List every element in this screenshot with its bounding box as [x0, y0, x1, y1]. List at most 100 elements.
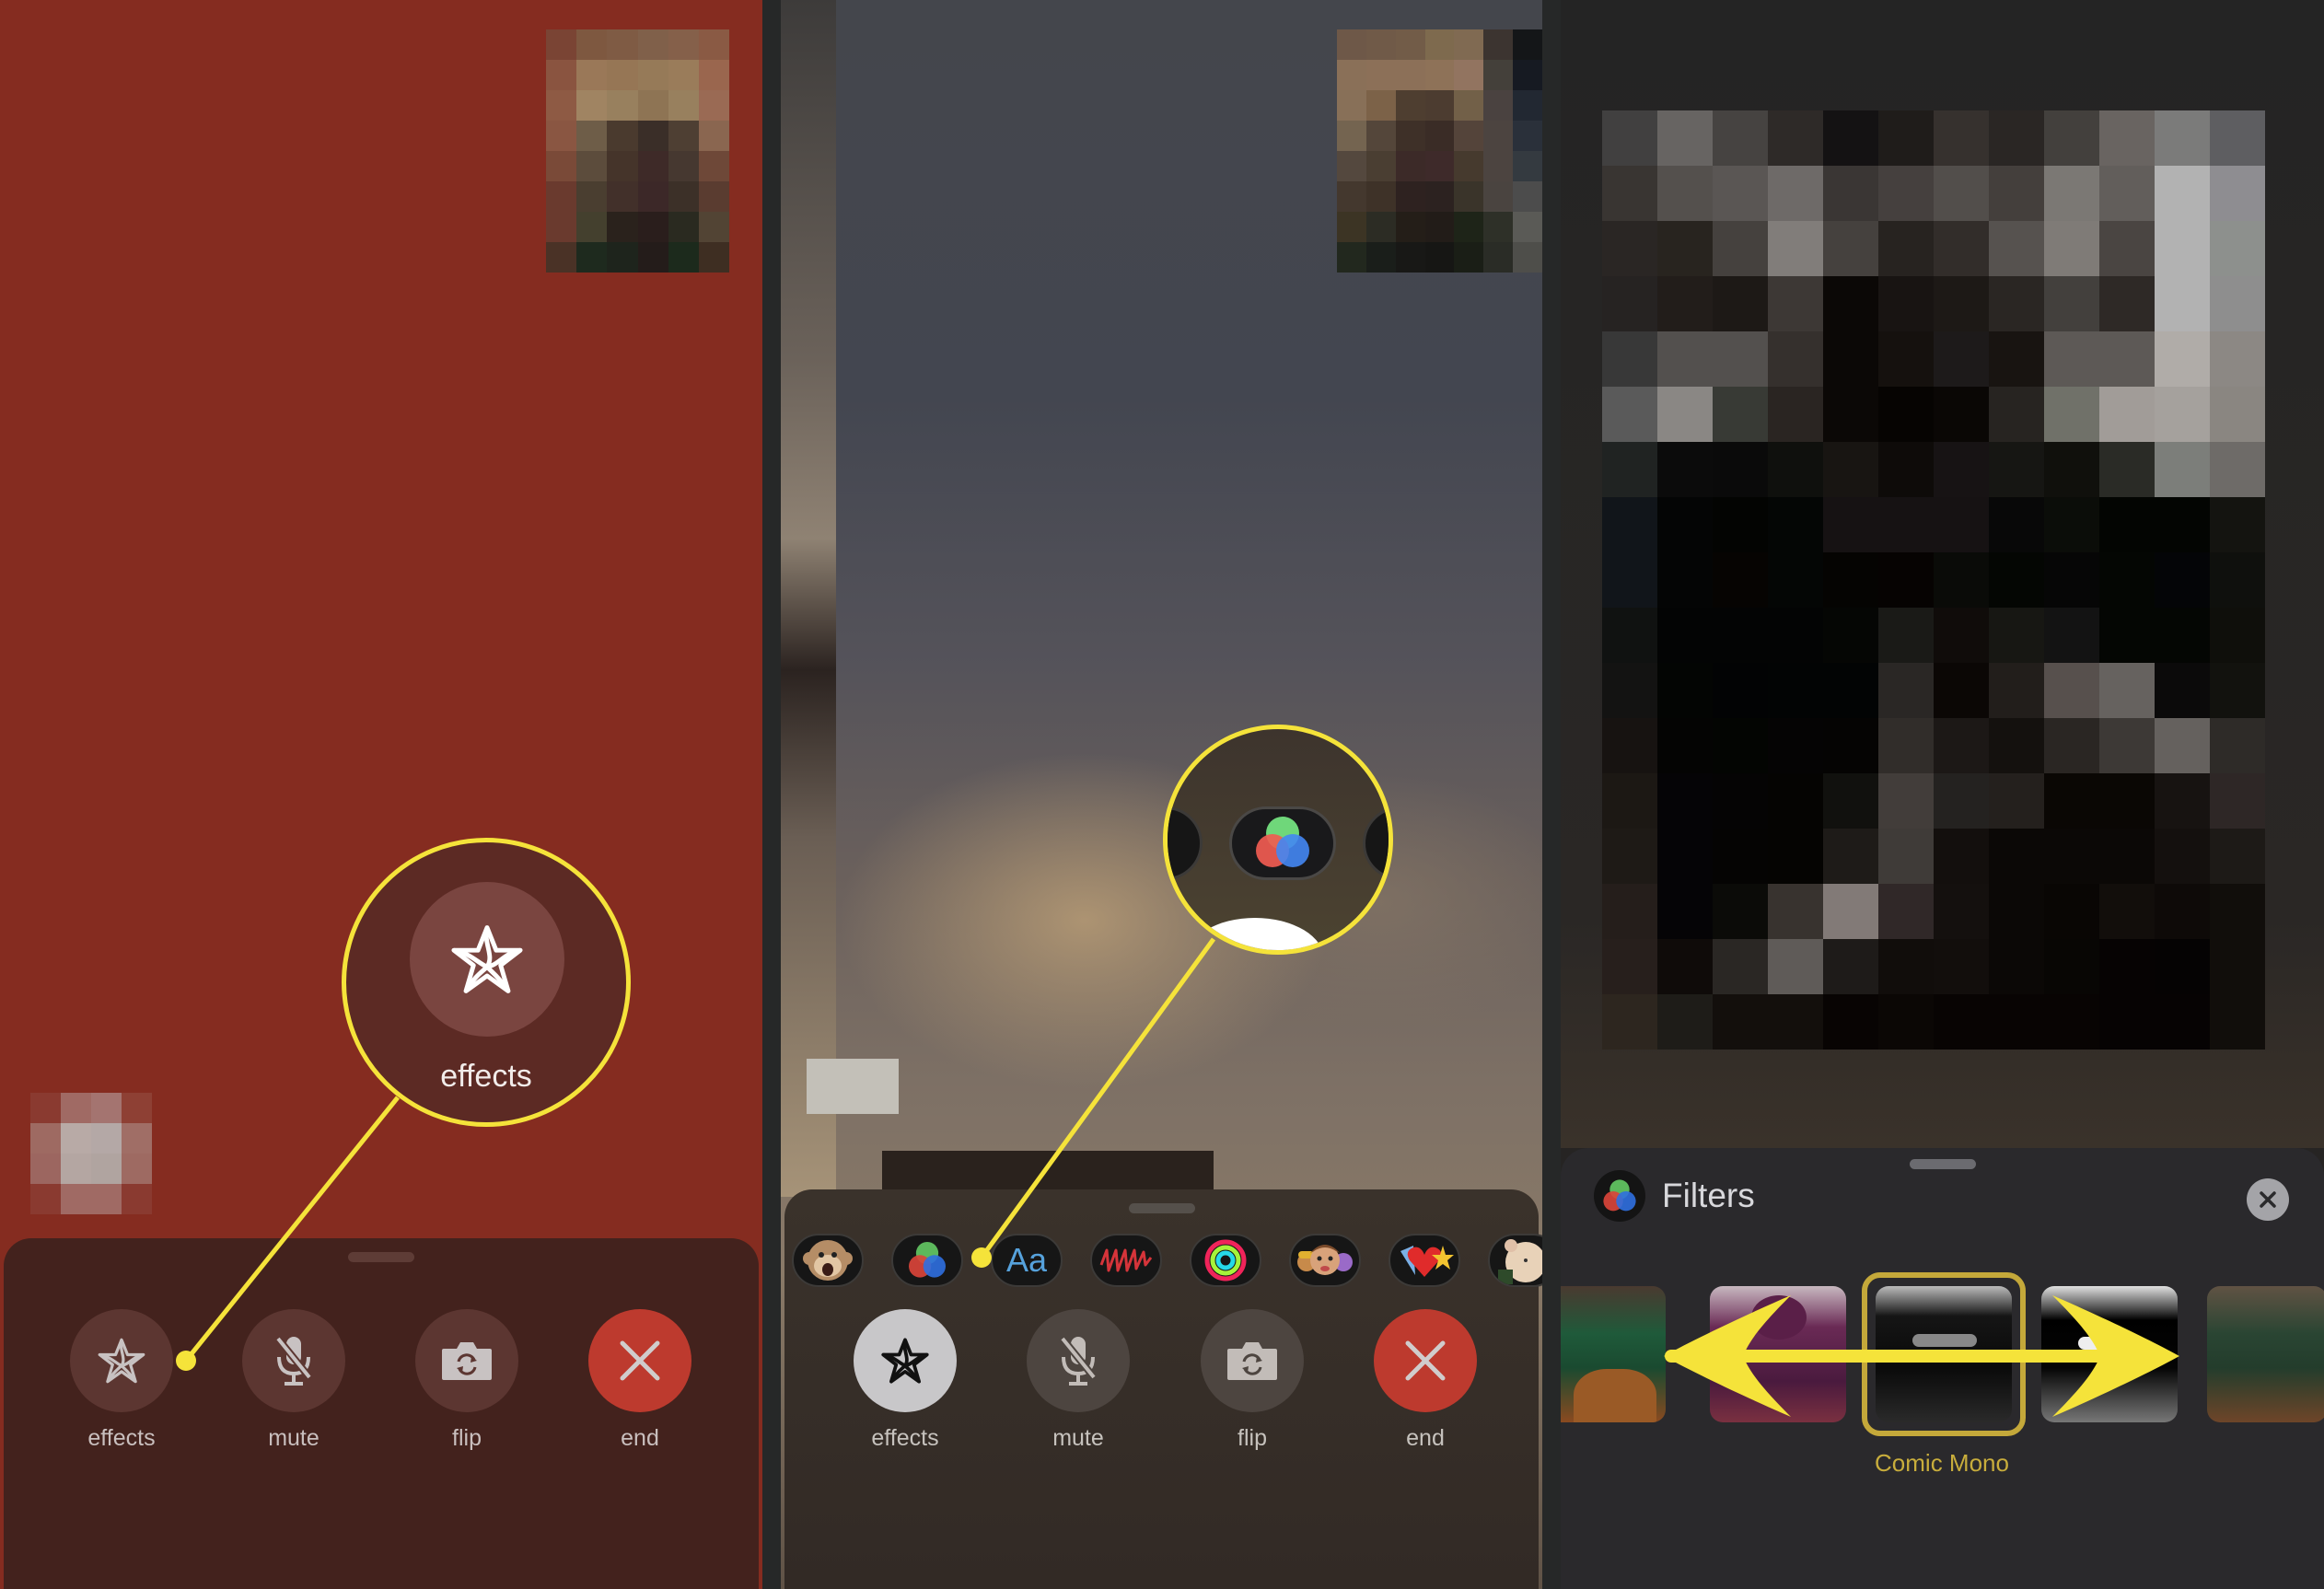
effects-button[interactable] [854, 1309, 957, 1412]
flip-label: flip [452, 1425, 482, 1451]
effect-shapes-button[interactable] [1090, 1234, 1162, 1287]
end-call-button[interactable] [1374, 1309, 1477, 1412]
mosaic-block [1424, 29, 1455, 60]
mosaic-block [1513, 29, 1542, 60]
mosaic-block [1768, 221, 1823, 276]
mosaic-block [1713, 442, 1768, 497]
mosaic-block [1934, 829, 1989, 884]
mosaic-block [1657, 497, 1713, 552]
end-control[interactable]: end [588, 1309, 691, 1452]
mosaic-block [1483, 29, 1514, 60]
sheet-grabber[interactable] [1128, 1203, 1195, 1213]
sheet-grabber[interactable] [1909, 1159, 1976, 1169]
flip-control[interactable]: flip [415, 1309, 518, 1452]
filter-thumb-original[interactable] [1561, 1286, 1666, 1422]
mosaic-block [1337, 151, 1366, 181]
mute-button[interactable] [1027, 1309, 1130, 1412]
mosaic-block [1768, 442, 1823, 497]
filter-thumb-comic-mono[interactable] [1876, 1286, 2012, 1422]
mosaic-block [546, 242, 577, 273]
effect-memoji-stickers-button[interactable] [1289, 1234, 1361, 1287]
mosaic-block [2099, 221, 2155, 276]
camera-flip-icon [1227, 1342, 1277, 1380]
mute-button[interactable] [242, 1309, 345, 1412]
mute-control[interactable]: mute [1027, 1309, 1130, 1452]
flip-button[interactable] [415, 1309, 518, 1412]
mosaic-block [607, 121, 638, 151]
mosaic-block [1878, 497, 1934, 552]
mosaic-block [1823, 829, 1878, 884]
mosaic-block [1823, 331, 1878, 387]
mosaic-block [1424, 90, 1455, 121]
mosaic-block [1713, 331, 1768, 387]
mosaic-block [1768, 663, 1823, 718]
scribble-icon [1099, 1245, 1153, 1276]
collar-shape [1912, 1334, 1977, 1347]
mosaic-block [1513, 151, 1542, 181]
mosaic-block [1878, 608, 1934, 663]
mosaic-block [1483, 60, 1514, 90]
mosaic-block [1657, 387, 1713, 442]
mosaic-block [1768, 939, 1823, 994]
mosaic-block [2044, 387, 2099, 442]
remote-video-fragment [30, 1093, 152, 1214]
effects-control[interactable]: effects [854, 1309, 957, 1452]
activity-rings-icon [1204, 1239, 1247, 1282]
flip-button[interactable] [1201, 1309, 1304, 1412]
end-call-button[interactable] [588, 1309, 691, 1412]
mosaic-block [546, 121, 577, 151]
mute-control[interactable]: mute [242, 1309, 345, 1452]
mosaic-block [1989, 331, 2044, 387]
mosaic-block [2155, 773, 2210, 829]
mosaic-block [91, 1154, 122, 1184]
close-filters-button[interactable] [2247, 1178, 2289, 1221]
effect-animoji-button[interactable] [792, 1234, 864, 1287]
end-control[interactable]: end [1374, 1309, 1477, 1452]
mosaic-block [1878, 773, 1934, 829]
panel-divider [762, 0, 781, 1589]
mosaic-block [2044, 663, 2099, 718]
mosaic-block [1823, 497, 1878, 552]
mosaic-block [1483, 242, 1514, 273]
mosaic-block [1768, 829, 1823, 884]
filter-thumb-comic-color[interactable] [1710, 1286, 1846, 1422]
mosaic-block [1823, 773, 1878, 829]
mosaic-block [2155, 221, 2210, 276]
mosaic-block [61, 1123, 91, 1154]
filters-rgb-icon [1256, 817, 1309, 867]
mosaic-block [2155, 497, 2210, 552]
effect-filters-button[interactable] [891, 1234, 963, 1287]
mosaic-block [1713, 663, 1768, 718]
mosaic-block [1934, 608, 1989, 663]
mosaic-block [1657, 608, 1713, 663]
mosaic-block [1989, 110, 2044, 166]
effect-activity-stickers-button[interactable] [1190, 1234, 1261, 1287]
effects-sheet: Aa effects mute flip end [784, 1189, 1542, 1589]
self-view-pip[interactable] [546, 29, 729, 273]
mosaic-block [2044, 718, 2099, 773]
flip-control[interactable]: flip [1201, 1309, 1304, 1452]
mosaic-block [1823, 884, 1878, 939]
effect-more-button[interactable] [1488, 1234, 1542, 1287]
mosaic-block [1934, 442, 1989, 497]
mosaic-block [1602, 773, 1657, 829]
filter-thumb-ink[interactable] [2041, 1286, 2178, 1422]
mosaic-block [1602, 829, 1657, 884]
effect-text-button[interactable]: Aa [991, 1234, 1063, 1287]
self-view-pip[interactable] [1337, 29, 1542, 273]
sheet-grabber[interactable] [348, 1252, 414, 1262]
mosaic-block [122, 1123, 152, 1154]
mosaic-block [1768, 884, 1823, 939]
effect-emoji-stickers-button[interactable] [1389, 1234, 1460, 1287]
mosaic-block [1395, 212, 1425, 242]
mosaic-block [1657, 331, 1713, 387]
mosaic-block [1768, 608, 1823, 663]
filter-thumb-original-2[interactable] [2207, 1286, 2324, 1422]
mosaic-block [1513, 60, 1542, 90]
effects-control[interactable]: effects [70, 1309, 173, 1452]
mosaic-block [1878, 663, 1934, 718]
effects-button[interactable] [70, 1309, 173, 1412]
mosaic-block [1513, 181, 1542, 212]
mosaic-block [1823, 939, 1878, 994]
mosaic-block [1602, 608, 1657, 663]
